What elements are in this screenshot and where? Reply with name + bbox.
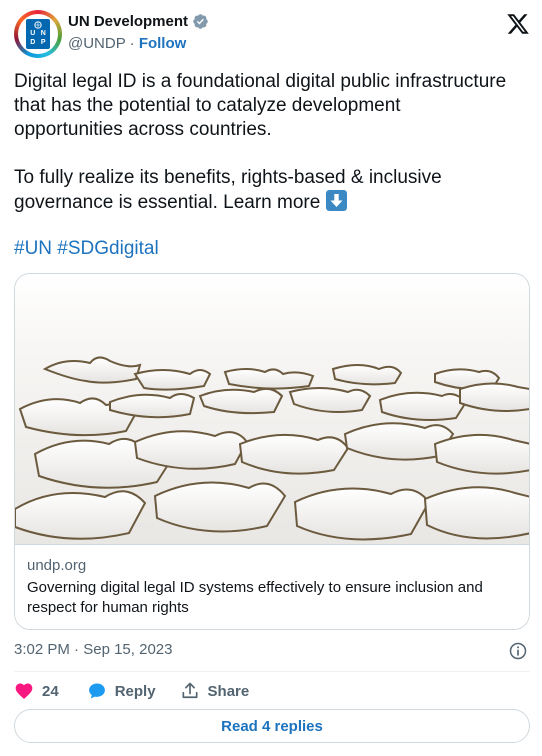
undp-logo: U N D P [26,19,50,49]
divider [14,671,530,672]
share-label: Share [207,682,250,700]
like-count: 24 [42,682,59,700]
heart-icon [15,683,33,699]
avatar[interactable]: U N D P [14,10,62,58]
hashtag-sdgdigital[interactable]: #SDGdigital [57,238,158,259]
handle-separator: · [129,35,135,52]
tweet-paragraph-2: To fully realize its benefits, rights-ba… [14,166,514,215]
like-button[interactable]: 24 [14,681,59,701]
tweet-paragraph-2-text: To fully realize its benefits, rights-ba… [14,167,442,213]
tweet-timestamp-row: 3:02 PM · Sep 15, 2023 [14,641,530,661]
reply-button[interactable]: Reply [87,681,156,701]
hashtag-un[interactable]: #UN [14,238,52,259]
share-icon [182,682,198,699]
hashtags: #UN #SDGdigital [14,238,159,260]
share-button[interactable]: Share [180,681,250,701]
read-replies-button[interactable]: Read 4 replies [14,709,530,743]
card-domain: undp.org [27,557,87,574]
display-name[interactable]: UN Development [68,13,188,30]
x-logo-icon[interactable] [506,12,530,36]
logo-letter-u: U [30,30,36,37]
action-bar: 24 Reply Share [14,680,249,702]
verified-badge-icon [193,14,208,29]
name-row: UN Development [68,13,209,30]
card-body: undp.org Governing digital legal ID syst… [15,544,529,629]
logo-letter-p: P [40,39,46,46]
handle-row: @UNDP · Follow [68,35,186,52]
handle[interactable]: @UNDP [68,35,125,52]
info-icon[interactable] [508,641,528,661]
tweet-date[interactable]: Sep 15, 2023 [83,641,172,658]
card-title: Governing digital legal ID systems effec… [27,579,483,616]
reply-label: Reply [114,682,156,700]
link-card[interactable]: undp.org Governing digital legal ID syst… [14,273,530,630]
follow-button[interactable]: Follow [139,35,187,52]
logo-letter-d: D [30,39,36,46]
card-image-puzzle-pieces [15,274,529,544]
speech-bubble-icon [88,683,105,699]
tweet-text: Digital legal ID is a foundational digit… [14,70,514,239]
avatar-background: U N D P [18,14,58,54]
logo-letter-n: N [40,30,46,37]
arrow-down-emoji-icon [325,190,347,211]
un-emblem-icon [28,21,48,29]
tweet-paragraph-1: Digital legal ID is a foundational digit… [14,71,507,140]
tweet-time[interactable]: 3:02 PM [14,641,70,658]
timestamp-separator: · [74,641,80,658]
tweet-header: U N D P UN Development @UNDP · Follow [14,10,530,58]
